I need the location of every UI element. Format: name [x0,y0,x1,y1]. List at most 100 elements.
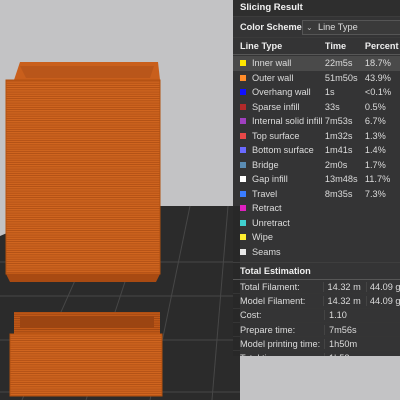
line-type-label: Retract [252,203,282,214]
line-type-name: Inner wall [240,58,325,68]
line-type-name: Outer wall [240,73,325,83]
color-swatch-icon [240,118,246,125]
total-value: 7m56s [324,324,368,335]
line-type-label: Top surface [252,130,300,141]
line-type-label: Wipe [252,232,273,243]
line-type-name: Internal solid infill [240,116,325,126]
total-label: Total time: [240,353,324,356]
line-type-label: Bridge [252,159,279,170]
line-type-percent: 43.9% [364,72,391,83]
line-type-time: 7m53s [324,116,353,127]
line-type-name: Top surface [240,131,325,141]
line-type-row[interactable]: Sparse infill 33s 0.5% [233,100,400,115]
total-value: 1h58m [324,353,368,356]
line-type-label: Inner wall [252,58,292,69]
total-row: Prepare time: 7m56s [233,323,400,338]
total-estimation-title: Total Estimation [233,262,400,280]
line-type-time: 13m48s [324,174,358,185]
total-value: 1.10 [324,310,368,321]
color-swatch-icon [240,205,246,212]
panel-title: Slicing Result [233,0,400,17]
line-type-row[interactable]: Bridge 2m0s 1.7% [233,158,400,173]
line-type-row[interactable]: Bottom surface 1m41s 1.4% [233,143,400,158]
line-type-row[interactable]: Top surface 1m32s 1.3% [233,129,400,144]
line-type-row[interactable]: Outer wall 51m50s 43.9% [233,71,400,86]
line-type-row[interactable]: Gap infill 13m48s 11.7% [233,172,400,187]
line-type-row[interactable]: Retract [233,201,400,216]
line-type-row[interactable]: Internal solid infill 7m53s 6.7% [233,114,400,129]
line-type-list: Inner wall 22m5s 18.7% Outer wall 51m50s 43.9… [233,55,400,259]
total-value: 14.32 m [322,281,366,292]
color-swatch-icon [240,89,246,96]
line-type-row[interactable]: Overhang wall 1s <0.1% [233,85,400,100]
color-swatch-icon [240,132,246,139]
header-line-type: Line Type [240,41,283,51]
color-scheme-dropdown[interactable]: ⌄ Line Type [302,19,400,35]
header-percent: Percent [364,41,399,51]
line-type-time: 33s [324,101,340,112]
line-type-percent: 18.7% [364,58,391,69]
line-type-time: 8m35s [324,188,353,199]
line-type-percent: 11.7% [364,174,391,185]
total-row: Total time:1h58m [233,351,400,356]
color-scheme-row: Color Scheme ⌄ Line Type [233,17,400,38]
line-type-percent: 6.7% [364,116,386,127]
total-label: Total Filament: [240,281,300,292]
total-row: Model printing time: 1h50m [233,337,400,352]
line-type-name: Bridge [240,160,325,170]
line-type-time: 1s [324,87,335,98]
line-type-name: Seams [240,247,325,257]
line-type-label: Sparse infill [252,101,300,112]
line-type-time: 51m50s [324,72,358,83]
line-type-row[interactable]: Unretract [233,216,400,231]
line-type-name: Gap infill [240,174,325,184]
color-swatch-icon [240,190,246,197]
line-type-row[interactable]: Travel 8m35s 7.3% [233,187,400,202]
color-swatch-icon [240,60,246,67]
line-type-label: Travel [252,188,278,199]
color-swatch-icon [240,219,246,226]
color-scheme-label: Color Scheme [240,22,302,32]
line-type-row[interactable]: Wipe [233,230,400,245]
total-extra: 44.09 g [365,281,400,292]
line-type-percent: 1.4% [364,145,386,156]
line-type-name: Travel [240,189,325,199]
line-type-time: 22m5s [324,58,353,69]
color-swatch-icon [240,74,246,81]
line-type-row[interactable]: Inner wall 22m5s 18.7% [233,56,400,71]
color-scheme-value: Line Type [318,22,358,32]
total-value: 14.32 m [322,295,366,306]
line-type-header: Line Type Time Percent [233,38,400,55]
line-type-row[interactable]: Seams [233,245,400,260]
line-type-label: Bottom surface [252,145,314,156]
short-box-model [9,312,163,397]
line-type-label: Overhang wall [252,87,311,98]
color-swatch-icon [240,234,246,241]
line-type-label: Internal solid infill [252,116,323,127]
total-label: Model Filament: [240,295,306,306]
line-type-percent: 1.7% [364,159,386,170]
line-type-name: Wipe [240,232,325,242]
line-type-name: Sparse infill [240,102,325,112]
line-type-label: Outer wall [252,72,294,83]
line-type-label: Gap infill [252,174,288,185]
line-type-name: Retract [240,203,325,213]
tall-box-model [5,62,161,282]
slicing-result-panel: Slicing Result Color Scheme ⌄ Line Type … [233,0,400,356]
total-label: Prepare time: [240,324,296,335]
color-swatch-icon [240,103,246,110]
line-type-label: Seams [252,246,281,257]
line-type-percent: 1.3% [364,130,386,141]
line-type-name: Unretract [240,218,325,228]
total-estimation-table: Total Filament: 14.32 m 44.09 g Model Filam… [233,280,400,356]
chevron-down-icon: ⌄ [306,22,313,32]
line-type-time: 1m32s [324,130,353,141]
total-row: Model Filament: 14.32 m 44.09 g [233,294,400,309]
line-type-time: 2m0s [324,159,348,170]
total-value: 1h50m [324,338,368,349]
line-type-name: Bottom surface [240,145,325,155]
line-type-time: 1m41s [324,145,353,156]
color-swatch-icon [240,248,246,255]
color-swatch-icon [240,161,246,168]
color-swatch-icon [240,147,246,154]
